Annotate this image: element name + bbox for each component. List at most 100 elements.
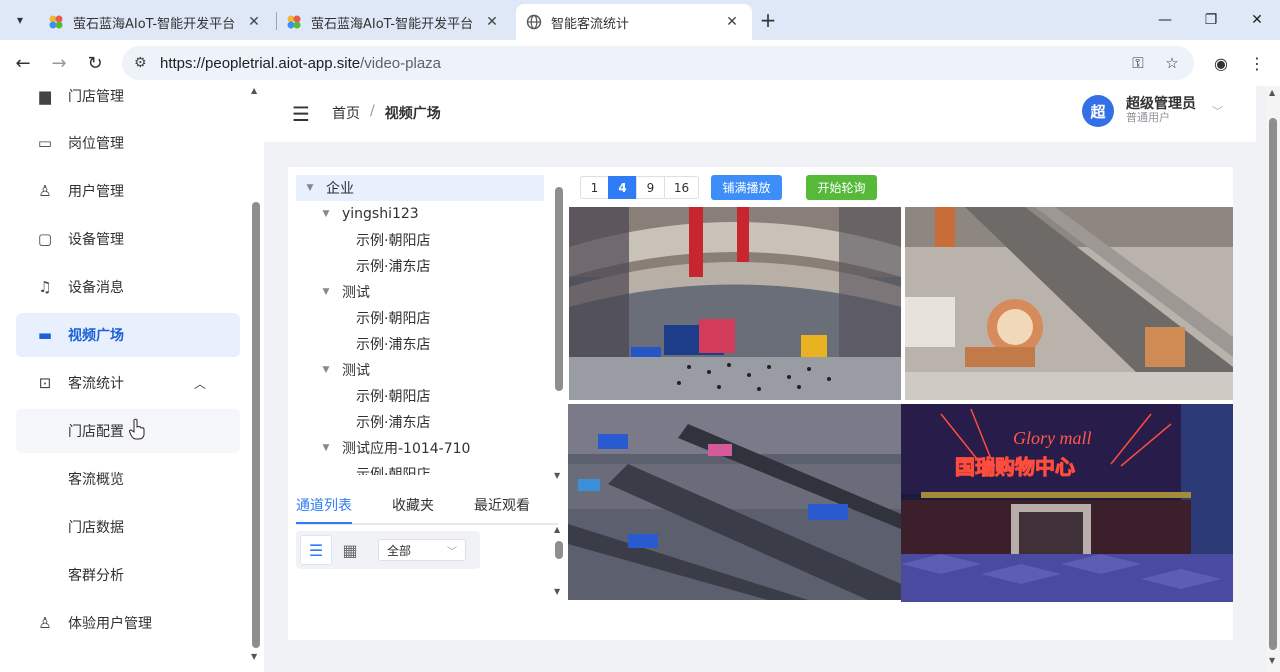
monitor-icon: ▢ bbox=[37, 230, 53, 248]
restore-icon[interactable]: ❐ bbox=[1196, 6, 1226, 34]
tree-node-label: 测试应用-1014-710 bbox=[342, 441, 471, 457]
scroll-thumb[interactable] bbox=[555, 187, 563, 391]
video-tile-4[interactable]: Glory mall 国瑞购物中心 bbox=[901, 404, 1233, 602]
breadcrumb-home[interactable]: 首页 bbox=[332, 103, 360, 123]
scroll-down-icon[interactable]: ▼ bbox=[1269, 656, 1275, 665]
tree-node-label: 测试 bbox=[342, 285, 370, 301]
back-icon[interactable]: ← bbox=[10, 50, 36, 76]
scroll-down-icon[interactable]: ▼ bbox=[554, 471, 560, 480]
sidebar-item-label: 体验用户管理 bbox=[68, 616, 152, 632]
window-close-icon[interactable]: ✕ bbox=[1242, 6, 1272, 34]
sidebar-item-traffic-stats[interactable]: ⊡ 客流统计 ︿ bbox=[16, 361, 240, 405]
sidebar-item-traffic-overview[interactable]: 客流概览 bbox=[16, 457, 240, 501]
chevron-down-icon: ﹀ bbox=[1212, 105, 1223, 118]
scroll-thumb[interactable] bbox=[1269, 118, 1277, 650]
sidebar-scrollbar[interactable]: ▲ ▼ bbox=[250, 86, 262, 672]
tree-node[interactable]: 示例·朝阳店 bbox=[296, 305, 544, 331]
scroll-up-icon[interactable]: ▲ bbox=[1269, 88, 1275, 97]
video-frame-mall-atrium bbox=[569, 207, 901, 400]
tree-node[interactable]: ▼ 测试应用-1014-710 bbox=[296, 435, 544, 461]
user-role: 普通用户 bbox=[1126, 111, 1170, 124]
sidebar-item-label: 用户管理 bbox=[68, 184, 124, 200]
video-tile-2[interactable] bbox=[905, 207, 1233, 400]
sidebar-item-users[interactable]: ♙ 用户管理 bbox=[16, 169, 240, 213]
address-bar[interactable]: ⚙ https://peopletrial.aiot-app.site/vide… bbox=[122, 46, 1194, 80]
grid-view-icon[interactable]: ▦ bbox=[334, 535, 366, 565]
fill-play-button[interactable]: 铺满播放 bbox=[711, 175, 782, 200]
page-header: ☰ 首页 / 视频广场 超 超级管理员 普通用户 ﹀ bbox=[264, 86, 1256, 142]
browser-tab-2[interactable]: 萤石蓝海AIoT-智能开发平台 ✕ bbox=[276, 4, 512, 40]
sidebar-item-video-plaza[interactable]: ▬ 视频广场 bbox=[16, 313, 240, 357]
tab-favorites[interactable]: 收藏夹 bbox=[392, 495, 434, 515]
menu-toggle-icon[interactable]: ☰ bbox=[292, 102, 310, 126]
tree-node[interactable]: ▼ 企业 bbox=[296, 175, 544, 201]
tab-title: 萤石蓝海AIoT-智能开发平台 bbox=[73, 16, 236, 32]
tree-node[interactable]: ▼ yingshi123 bbox=[296, 201, 544, 227]
sidebar-item-store[interactable]: ▆ 门店管理 bbox=[16, 86, 240, 118]
more-icon[interactable]: ⋮ bbox=[1244, 50, 1270, 76]
tab-channel-list[interactable]: 通道列表 bbox=[296, 495, 352, 515]
browser-tab-strip: ▾ 萤石蓝海AIoT-智能开发平台 ✕ 萤石蓝海AIoT-智能开发平台 ✕ 智能… bbox=[0, 0, 1280, 40]
filter-select[interactable]: 全部 ﹀ bbox=[378, 539, 466, 561]
scroll-down-icon[interactable]: ▼ bbox=[554, 587, 560, 596]
sidebar-item-device-messages[interactable]: ♫ 设备消息 bbox=[16, 265, 240, 309]
sidebar-item-position[interactable]: ▭ 岗位管理 bbox=[16, 121, 240, 165]
sidebar: ▆ 门店管理 ▭ 岗位管理 ♙ 用户管理 ▢ 设备管理 ♫ 设备消息 ▬ 视频广… bbox=[0, 86, 264, 672]
tree-node[interactable]: 示例·朝阳店 bbox=[296, 227, 544, 253]
scroll-up-icon[interactable]: ▲ bbox=[554, 525, 560, 534]
store-icon: ▆ bbox=[39, 87, 51, 105]
user-menu[interactable]: 超 超级管理员 普通用户 ﹀ bbox=[1082, 95, 1223, 127]
close-icon[interactable]: ✕ bbox=[722, 12, 742, 32]
tab-recent[interactable]: 最近观看 bbox=[474, 495, 530, 515]
minimize-icon[interactable]: — bbox=[1150, 6, 1180, 34]
tree-node[interactable]: ▼ 测试 bbox=[296, 357, 544, 383]
close-icon[interactable]: ✕ bbox=[244, 12, 264, 32]
star-icon[interactable]: ☆ bbox=[1160, 51, 1184, 75]
profile-icon[interactable]: ◉ bbox=[1208, 50, 1234, 76]
reload-icon[interactable]: ↻ bbox=[82, 50, 108, 76]
sidebar-item-devices[interactable]: ▢ 设备管理 bbox=[16, 217, 240, 261]
scroll-up-icon[interactable]: ▲ bbox=[251, 86, 257, 95]
caret-down-icon: ▼ bbox=[322, 443, 330, 453]
browser-tab-1[interactable]: 萤石蓝海AIoT-智能开发平台 ✕ bbox=[38, 4, 274, 40]
sidebar-item-store-data[interactable]: 门店数据 bbox=[16, 505, 240, 549]
list-tabs: 通道列表 收藏夹 最近观看 bbox=[296, 485, 558, 525]
tree-node[interactable]: 示例·浦东店 bbox=[296, 331, 544, 357]
tree-node[interactable]: 示例·朝阳店 bbox=[296, 383, 544, 409]
grid-option-9[interactable]: 9 bbox=[636, 176, 665, 199]
grid-option-1[interactable]: 1 bbox=[580, 176, 609, 199]
tree-node[interactable]: ▼ 测试 bbox=[296, 279, 544, 305]
page-scrollbar[interactable]: ▲ ▼ bbox=[1266, 86, 1280, 672]
breadcrumb-separator: / bbox=[370, 103, 375, 119]
close-icon[interactable]: ✕ bbox=[482, 12, 502, 32]
scroll-thumb[interactable] bbox=[252, 202, 260, 648]
tree-node-label: yingshi123 bbox=[342, 206, 419, 222]
video-tile-3[interactable] bbox=[568, 404, 901, 600]
sign-text-en: Glory mall bbox=[1013, 428, 1092, 448]
new-tab-icon[interactable]: + bbox=[756, 8, 780, 32]
tab-search-icon[interactable]: ▾ bbox=[8, 8, 32, 32]
breadcrumb-current: 视频广场 bbox=[384, 106, 441, 122]
start-poll-button[interactable]: 开始轮询 bbox=[806, 175, 877, 200]
scroll-down-icon[interactable]: ▼ bbox=[251, 652, 257, 661]
sidebar-item-customer-analysis[interactable]: 客群分析 bbox=[16, 553, 240, 597]
list-scrollbar[interactable]: ▲ ▼ bbox=[554, 525, 564, 599]
site-info-icon[interactable]: ⚙ bbox=[134, 55, 154, 71]
grid-option-4[interactable]: 4 bbox=[608, 176, 637, 199]
list-view-icon[interactable]: ☰ bbox=[300, 535, 332, 565]
breadcrumb: 首页 / 视频广场 bbox=[332, 103, 441, 123]
tree-node[interactable]: 示例·朝阳店 bbox=[296, 461, 544, 475]
video-tile-1[interactable] bbox=[569, 207, 901, 400]
scroll-thumb[interactable] bbox=[555, 541, 563, 559]
forward-icon[interactable]: → bbox=[46, 50, 72, 76]
tree-node[interactable]: 示例·浦东店 bbox=[296, 409, 544, 435]
app-favicon-icon bbox=[287, 15, 301, 29]
browser-tab-3[interactable]: 智能客流统计 ✕ bbox=[516, 4, 752, 40]
grid-option-16[interactable]: 16 bbox=[664, 176, 699, 199]
sidebar-item-trial-users[interactable]: ♙ 体验用户管理 bbox=[16, 601, 240, 645]
key-icon[interactable]: ⚿ bbox=[1126, 51, 1150, 75]
tree-node-label: 示例·朝阳店 bbox=[356, 233, 431, 249]
tree-node[interactable]: 示例·浦东店 bbox=[296, 253, 544, 279]
active-tab-indicator bbox=[296, 522, 352, 524]
tree-scrollbar[interactable]: ▼ bbox=[554, 183, 564, 483]
